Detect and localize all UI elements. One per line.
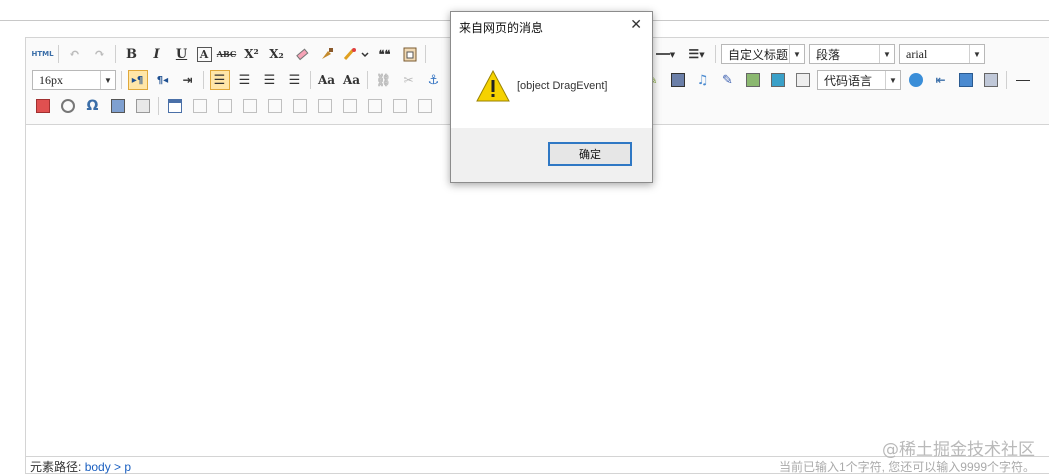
direction-rtl-button[interactable]: ¶◂ [153, 70, 173, 90]
font-size-value: 16px [39, 72, 63, 87]
toolbar-separator [1006, 71, 1007, 89]
chevron-down-icon: ▼ [789, 45, 804, 63]
element-path: 元素路径: body > p [30, 458, 131, 475]
format-brush-icon[interactable] [317, 44, 337, 64]
alert-dialog: 来自网页的消息 ✕ [object DragEvent] 确定 [450, 11, 653, 183]
template-icon[interactable] [956, 70, 976, 90]
undo-icon[interactable]: ↶ [65, 44, 85, 64]
watermark: @稀土掘金技术社区 [882, 440, 1035, 460]
toolbar-separator [115, 45, 116, 63]
bold-button[interactable]: B [122, 44, 142, 64]
unlink-icon[interactable]: ✂ [399, 70, 419, 90]
custom-heading-value: 自定义标题 [728, 47, 789, 62]
toolbar-separator [58, 45, 59, 63]
insert-row-icon[interactable] [240, 96, 260, 116]
direction-ltr-button[interactable]: ▸¶ [127, 70, 148, 90]
source-html-button[interactable]: HTML [31, 44, 53, 64]
font-family-select[interactable]: arial ▼ [899, 44, 985, 64]
merge-right-icon[interactable] [365, 96, 385, 116]
align-justify-icon[interactable]: ☰ [285, 70, 305, 90]
time-icon[interactable] [58, 96, 78, 116]
snapscreen-icon[interactable] [108, 96, 128, 116]
chevron-down-icon: ▼ [879, 45, 894, 63]
align-left-icon[interactable]: ☰ [209, 70, 230, 90]
to-lowercase-icon[interactable]: Aa [342, 70, 362, 90]
element-path-label: 元素路径: [30, 460, 82, 474]
insert-table-icon[interactable] [165, 96, 185, 116]
webapp-icon[interactable] [906, 70, 926, 90]
paragraph-select[interactable]: 段落 ▼ [809, 44, 895, 64]
auto-format-icon[interactable] [342, 44, 370, 64]
element-path-tag[interactable]: body > p [85, 460, 131, 474]
superscript-button[interactable]: X² [242, 44, 262, 64]
insert-col-icon[interactable] [290, 96, 310, 116]
toolbar-separator [367, 71, 368, 89]
indent-icon[interactable]: ⇥ [178, 70, 198, 90]
toolbar-separator [121, 71, 122, 89]
toolbar-row-3: Ω [30, 94, 437, 118]
align-center-icon[interactable]: ☰ [235, 70, 255, 90]
strikethrough-button[interactable]: ABC [217, 44, 237, 64]
merge-cells-icon[interactable] [340, 96, 360, 116]
row-spacing-bottom-icon[interactable]: ▼ [653, 44, 679, 64]
font-size-select[interactable]: 16px ▼ [32, 70, 116, 90]
split-cells-icon[interactable] [415, 96, 435, 116]
background-icon[interactable] [981, 70, 1001, 90]
music-icon[interactable]: ♫ [693, 70, 713, 90]
insert-paragraph-before-table-icon[interactable] [215, 96, 235, 116]
link-icon[interactable]: ⛓ [374, 70, 394, 90]
map-icon[interactable] [743, 70, 763, 90]
paste-plain-icon[interactable] [400, 44, 420, 64]
eraser-icon[interactable] [292, 44, 312, 64]
delete-table-icon[interactable] [190, 96, 210, 116]
word-count: 当前已输入1个字符, 您还可以输入9999个字符。 [778, 460, 1035, 474]
attachment-icon[interactable]: ✎ [718, 70, 738, 90]
code-language-value: 代码语言 [824, 73, 873, 88]
redo-icon[interactable]: ↷ [90, 44, 110, 64]
underline-button[interactable]: U [172, 44, 192, 64]
chevron-down-icon: ▼ [969, 45, 984, 63]
anchor-icon[interactable]: ⚓ [424, 70, 444, 90]
warning-icon [476, 69, 510, 105]
gmap-icon[interactable] [768, 70, 788, 90]
wordimage-icon[interactable] [133, 96, 153, 116]
video-icon[interactable] [668, 70, 688, 90]
subscript-button[interactable]: X₂ [267, 44, 287, 64]
toolbar-separator [310, 71, 311, 89]
close-icon[interactable]: ✕ [630, 17, 642, 33]
code-language-select[interactable]: 代码语言 ▼ [817, 70, 901, 90]
font-family-value: arial [906, 46, 928, 61]
page-break-icon[interactable]: ⇤ [931, 70, 951, 90]
dialog-title: 来自网页的消息 [459, 21, 544, 35]
horizontal-rule-icon[interactable] [1013, 70, 1033, 90]
dialog-message: [object DragEvent] [517, 80, 608, 92]
toolbar-separator [715, 45, 716, 63]
italic-button[interactable]: I [147, 44, 167, 64]
toolbar-separator [203, 71, 204, 89]
paragraph-value: 段落 [816, 47, 841, 62]
blockquote-button[interactable]: ❝❝ [375, 44, 395, 64]
custom-heading-select[interactable]: 自定义标题 ▼ [721, 44, 805, 64]
date-icon[interactable] [33, 96, 53, 116]
insert-frame-icon[interactable] [793, 70, 813, 90]
toolbar-separator [158, 97, 159, 115]
align-right-icon[interactable]: ☰ [260, 70, 280, 90]
dialog-footer: 确定 [451, 128, 652, 182]
special-chars-icon[interactable]: Ω [83, 96, 103, 116]
to-uppercase-icon[interactable]: Aa [317, 70, 337, 90]
ok-button[interactable]: 确定 [548, 142, 632, 166]
line-height-icon[interactable]: ☰ ▼ [684, 44, 710, 64]
chevron-down-icon: ▼ [885, 71, 900, 89]
toolbar-separator [425, 45, 426, 63]
delete-col-icon[interactable] [315, 96, 335, 116]
merge-down-icon[interactable] [390, 96, 410, 116]
delete-row-icon[interactable] [265, 96, 285, 116]
font-border-button[interactable]: A [196, 46, 212, 62]
chevron-down-icon: ▼ [100, 71, 115, 89]
